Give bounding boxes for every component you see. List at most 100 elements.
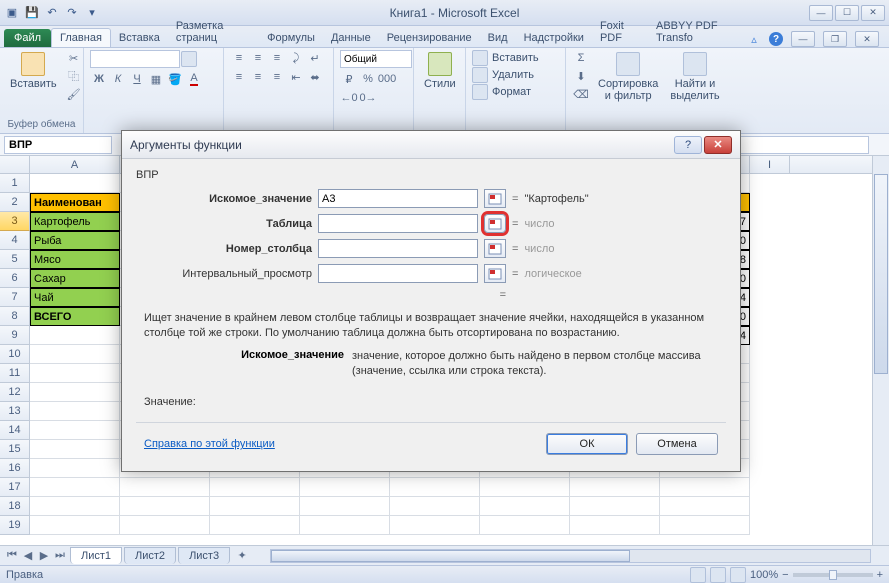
dec-decimal-icon[interactable]: 0→ [359, 90, 377, 106]
arg-input-col-index[interactable] [318, 239, 478, 258]
zoom-slider[interactable] [793, 573, 873, 577]
col-header-A[interactable]: A [30, 156, 120, 173]
underline-icon[interactable]: Ч [128, 71, 146, 87]
copy-icon[interactable]: ⿻ [65, 68, 83, 84]
tab-data[interactable]: Данные [323, 29, 379, 47]
row-header-5[interactable]: 5 [0, 250, 30, 269]
format-cells-label[interactable]: Формат [492, 86, 531, 98]
row-header-4[interactable]: 4 [0, 231, 30, 250]
arg-input-table[interactable] [318, 214, 478, 233]
new-sheet-icon[interactable]: ✦ [234, 548, 250, 564]
close-button[interactable]: ✕ [861, 5, 885, 21]
autosum-icon[interactable]: Σ [572, 50, 590, 66]
align-right-icon[interactable]: ≡ [268, 69, 286, 85]
percent-icon[interactable]: % [359, 71, 377, 87]
view-pagebreak-icon[interactable] [730, 567, 746, 583]
row-header-18[interactable]: 18 [0, 497, 30, 516]
border-icon[interactable]: ▦ [147, 71, 165, 87]
range-select-button[interactable] [484, 189, 506, 208]
sheet-tab-1[interactable]: Лист1 [70, 547, 122, 564]
row-header-3[interactable]: 3 [0, 212, 30, 231]
save-icon[interactable]: 💾 [24, 5, 40, 21]
vertical-scrollbar[interactable] [872, 156, 889, 552]
ok-button[interactable]: ОК [546, 433, 628, 455]
clear-icon[interactable]: ⌫ [572, 86, 590, 102]
arg-input-lookup-value[interactable] [318, 189, 478, 208]
zoom-slider-thumb[interactable] [829, 570, 837, 580]
insert-cells-label[interactable]: Вставить [492, 52, 539, 64]
tab-home[interactable]: Главная [51, 28, 111, 47]
tab-foxit[interactable]: Foxit PDF [592, 17, 648, 47]
cell-A3[interactable]: Картофель [30, 212, 120, 231]
bold-icon[interactable]: Ж [90, 71, 108, 87]
align-center-icon[interactable]: ≡ [249, 69, 267, 85]
align-left-icon[interactable]: ≡ [230, 69, 248, 85]
sheet-tab-3[interactable]: Лист3 [178, 547, 230, 564]
row-header-16[interactable]: 16 [0, 459, 30, 478]
align-bottom-icon[interactable]: ≡ [268, 50, 286, 66]
row-header-2[interactable]: 2 [0, 193, 30, 212]
help-icon[interactable]: ? [769, 32, 783, 46]
workbook-restore-button[interactable]: ❐ [823, 31, 847, 47]
sort-filter-button[interactable]: Сортировка и фильтр [594, 50, 662, 104]
cell-A4[interactable]: Рыба [30, 231, 120, 250]
select-all-corner[interactable] [0, 156, 30, 173]
name-box[interactable]: ВПР [4, 136, 112, 154]
row-header-10[interactable]: 10 [0, 345, 30, 364]
dialog-close-button[interactable]: ✕ [704, 136, 732, 154]
file-tab[interactable]: Файл [4, 29, 51, 47]
sheet-tab-2[interactable]: Лист2 [124, 547, 176, 564]
workbook-close-button[interactable]: ✕ [855, 31, 879, 47]
cell-A2[interactable]: Наименован [30, 193, 120, 212]
cell-A5[interactable]: Мясо [30, 250, 120, 269]
sheet-nav-prev-icon[interactable]: ◀ [20, 548, 36, 564]
cell-A7[interactable]: Чай [30, 288, 120, 307]
row-header-8[interactable]: 8 [0, 307, 30, 326]
row-header-14[interactable]: 14 [0, 421, 30, 440]
cut-icon[interactable]: ✂ [65, 50, 83, 66]
indent-dec-icon[interactable]: ⇤ [287, 69, 305, 85]
cell[interactable] [30, 174, 120, 193]
workbook-minimize-button[interactable]: — [791, 31, 815, 47]
vscroll-thumb[interactable] [874, 174, 888, 374]
range-select-button[interactable] [484, 264, 506, 283]
dialog-help-button[interactable]: ? [674, 136, 702, 154]
fill-color-icon[interactable]: 🪣 [166, 71, 184, 87]
comma-icon[interactable]: 000 [378, 71, 396, 87]
row-header-9[interactable]: 9 [0, 326, 30, 345]
italic-icon[interactable]: К [109, 71, 127, 87]
redo-icon[interactable]: ↷ [64, 5, 80, 21]
sheet-nav-next-icon[interactable]: ▶ [36, 548, 52, 564]
cell-A8[interactable]: ВСЕГО [30, 307, 120, 326]
tab-abbyy[interactable]: ABBYY PDF Transfo [648, 17, 747, 47]
font-name-box[interactable] [90, 50, 180, 68]
align-top-icon[interactable]: ≡ [230, 50, 248, 66]
orientation-icon[interactable]: ⤸ [287, 50, 305, 66]
row-header-19[interactable]: 19 [0, 516, 30, 535]
wrap-text-icon[interactable]: ↵ [306, 50, 324, 66]
sheet-nav-last-icon[interactable]: ⏭ [52, 548, 68, 564]
font-color-icon[interactable]: A [185, 71, 203, 87]
format-cells-icon[interactable] [472, 84, 488, 100]
range-select-button-highlighted[interactable] [484, 214, 506, 233]
delete-cells-icon[interactable] [472, 67, 488, 83]
hscroll-thumb[interactable] [271, 550, 630, 562]
undo-icon[interactable]: ↶ [44, 5, 60, 21]
row-header-1[interactable]: 1 [0, 174, 30, 193]
col-header-I[interactable]: I [750, 156, 790, 173]
number-format-box[interactable]: Общий [340, 50, 412, 68]
font-size-box[interactable] [181, 51, 197, 67]
row-header-12[interactable]: 12 [0, 383, 30, 402]
view-layout-icon[interactable] [710, 567, 726, 583]
help-link[interactable]: Справка по этой функции [144, 438, 275, 450]
tab-view[interactable]: Вид [480, 29, 516, 47]
find-select-button[interactable]: Найти и выделить [666, 50, 723, 104]
zoom-in-button[interactable]: + [877, 569, 883, 581]
tab-layout[interactable]: Разметка страниц [168, 17, 259, 47]
range-select-button[interactable] [484, 239, 506, 258]
styles-button[interactable]: Стили [420, 50, 460, 92]
tab-formulas[interactable]: Формулы [259, 29, 323, 47]
sheet-nav-first-icon[interactable]: ⏮ [4, 548, 20, 564]
insert-cells-icon[interactable] [472, 50, 488, 66]
row-header-17[interactable]: 17 [0, 478, 30, 497]
